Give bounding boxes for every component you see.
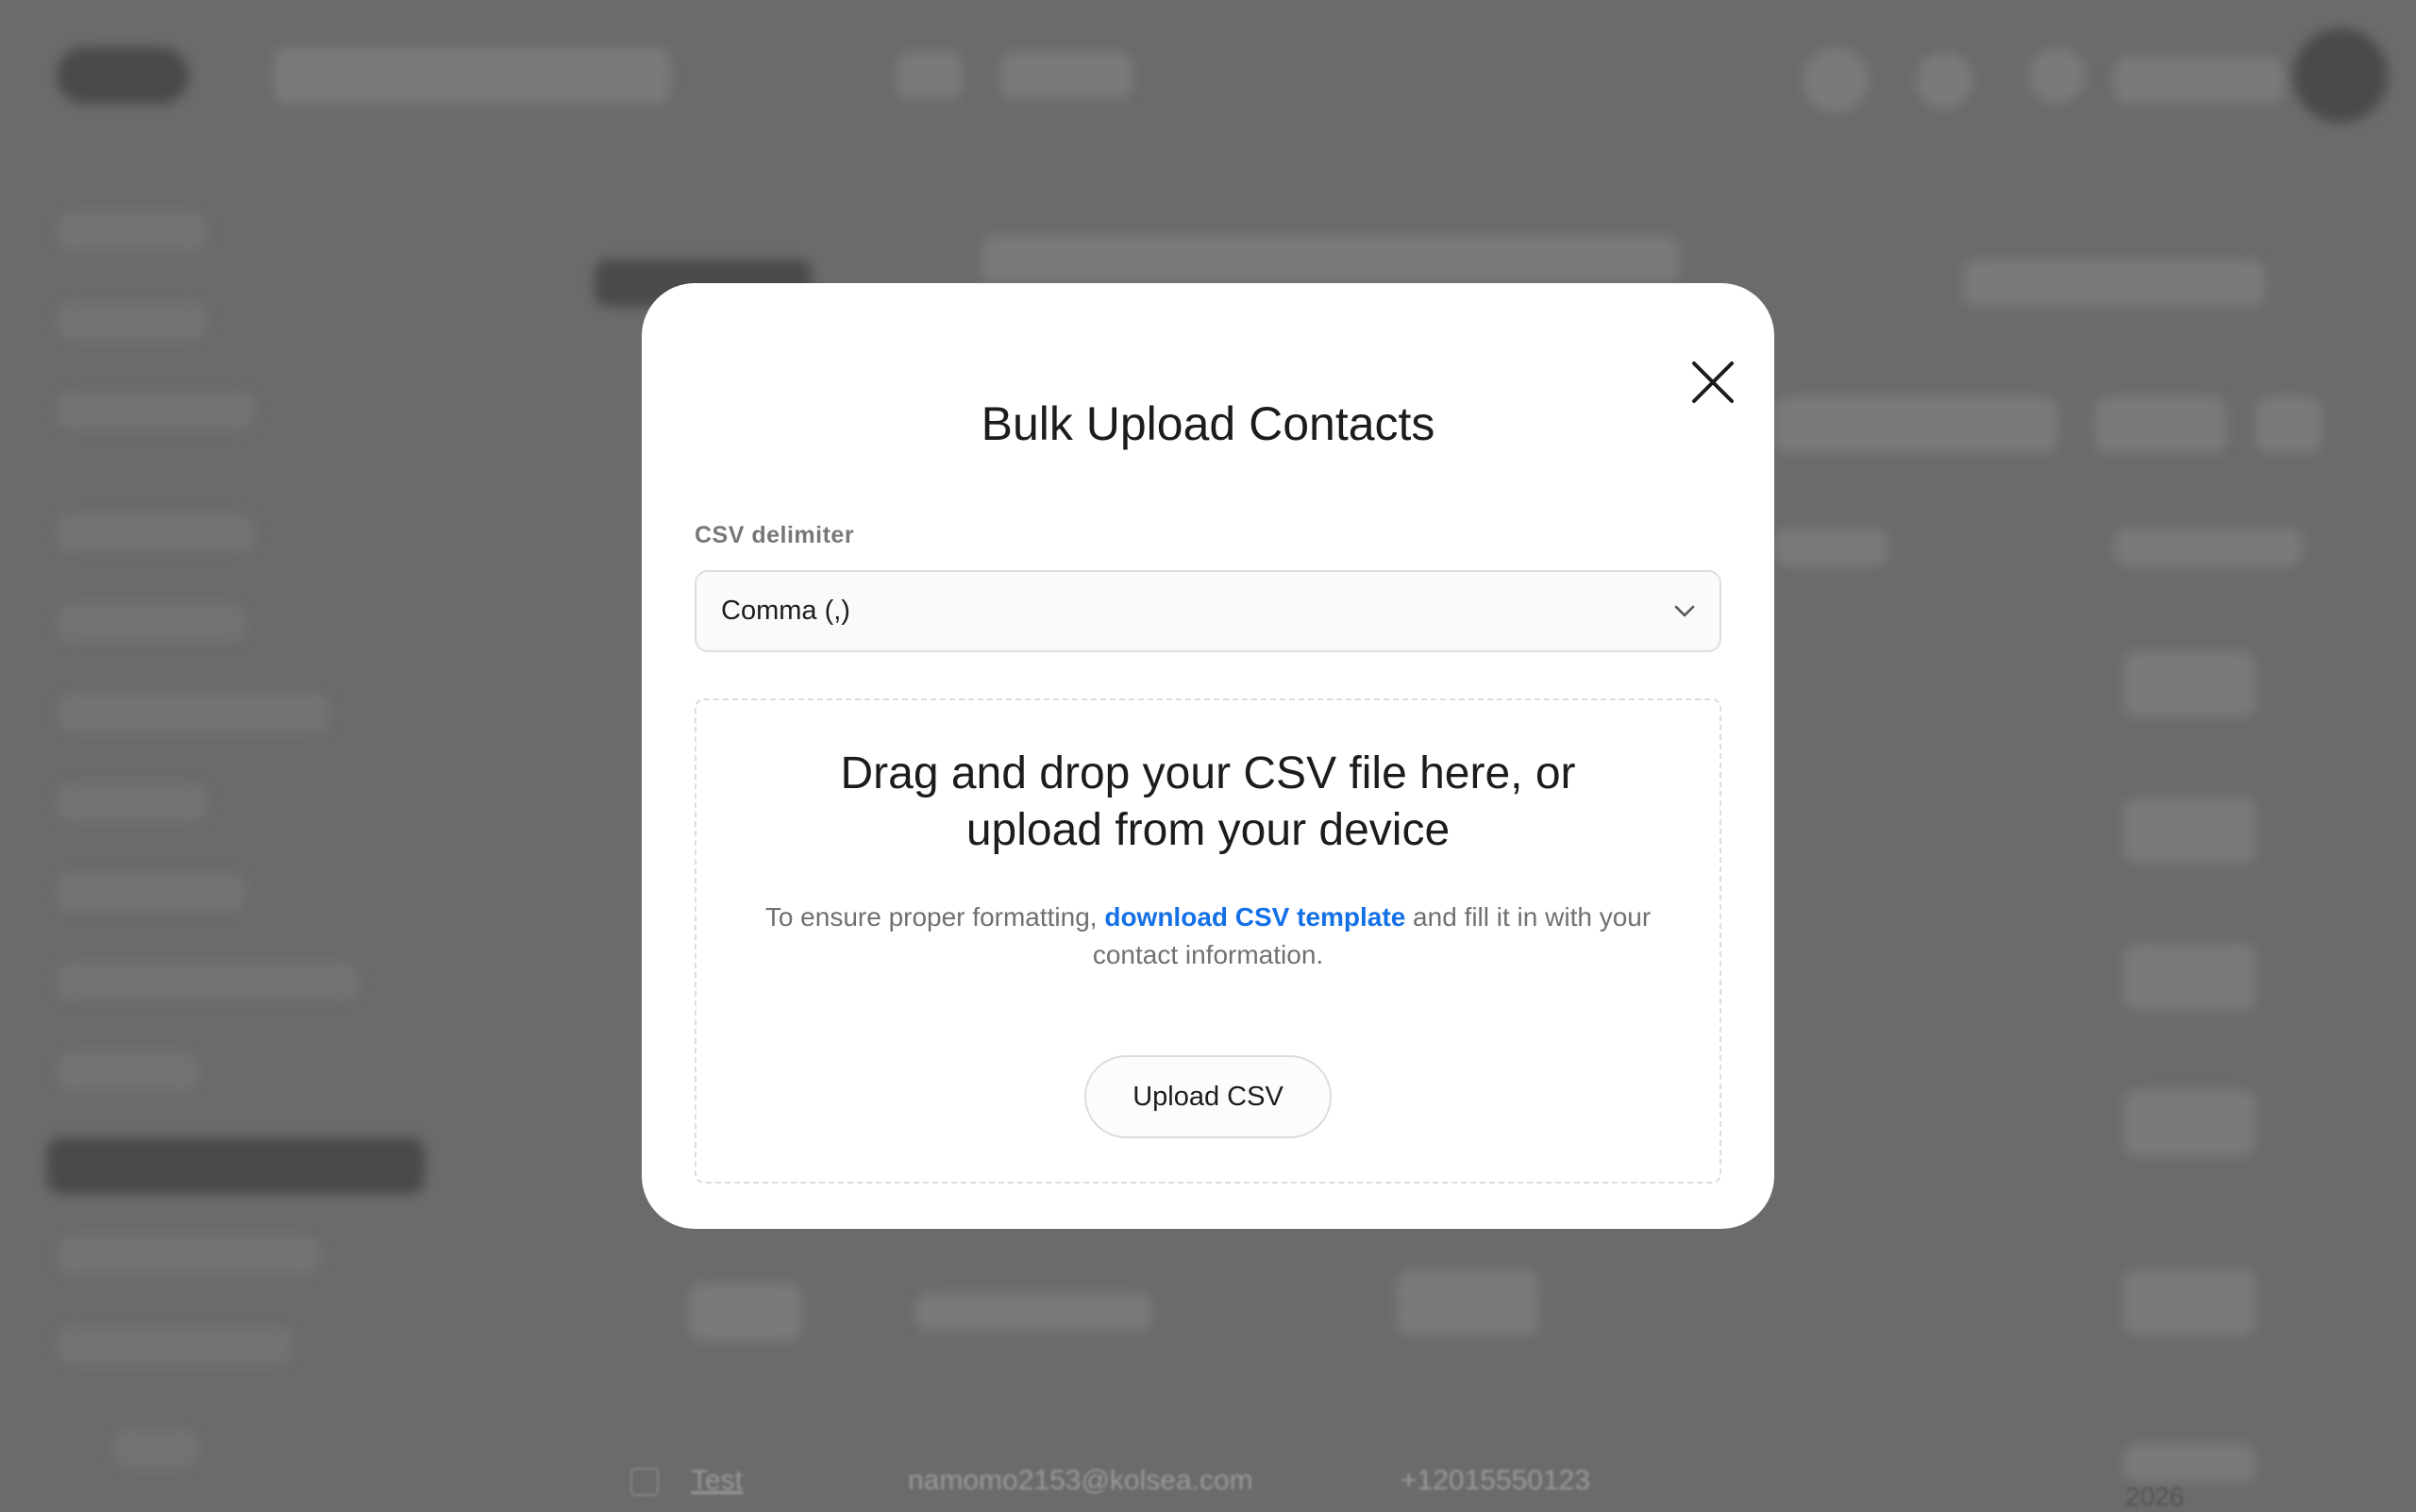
- help-prefix: To ensure proper formatting,: [765, 902, 1105, 932]
- bulk-upload-modal: Bulk Upload Contacts CSV delimiter Comma…: [642, 283, 1774, 1229]
- dropzone-title-line1: Drag and drop your CSV file here, or: [696, 746, 1720, 802]
- csv-dropzone[interactable]: Drag and drop your CSV file here, or upl…: [695, 698, 1721, 1184]
- dropzone-help-text: To ensure proper formatting, download CS…: [753, 899, 1663, 974]
- csv-delimiter-label: CSV delimiter: [695, 522, 854, 549]
- csv-delimiter-value: Comma (,): [721, 596, 1674, 627]
- chevron-down-icon: [1674, 605, 1695, 618]
- download-csv-template-link[interactable]: download CSV template: [1104, 902, 1405, 932]
- csv-delimiter-select[interactable]: Comma (,): [695, 570, 1721, 652]
- dropzone-title: Drag and drop your CSV file here, or upl…: [696, 746, 1720, 859]
- dropzone-title-line2: upload from your device: [696, 802, 1720, 859]
- modal-title: Bulk Upload Contacts: [642, 396, 1774, 451]
- upload-csv-button[interactable]: Upload CSV: [1084, 1055, 1332, 1138]
